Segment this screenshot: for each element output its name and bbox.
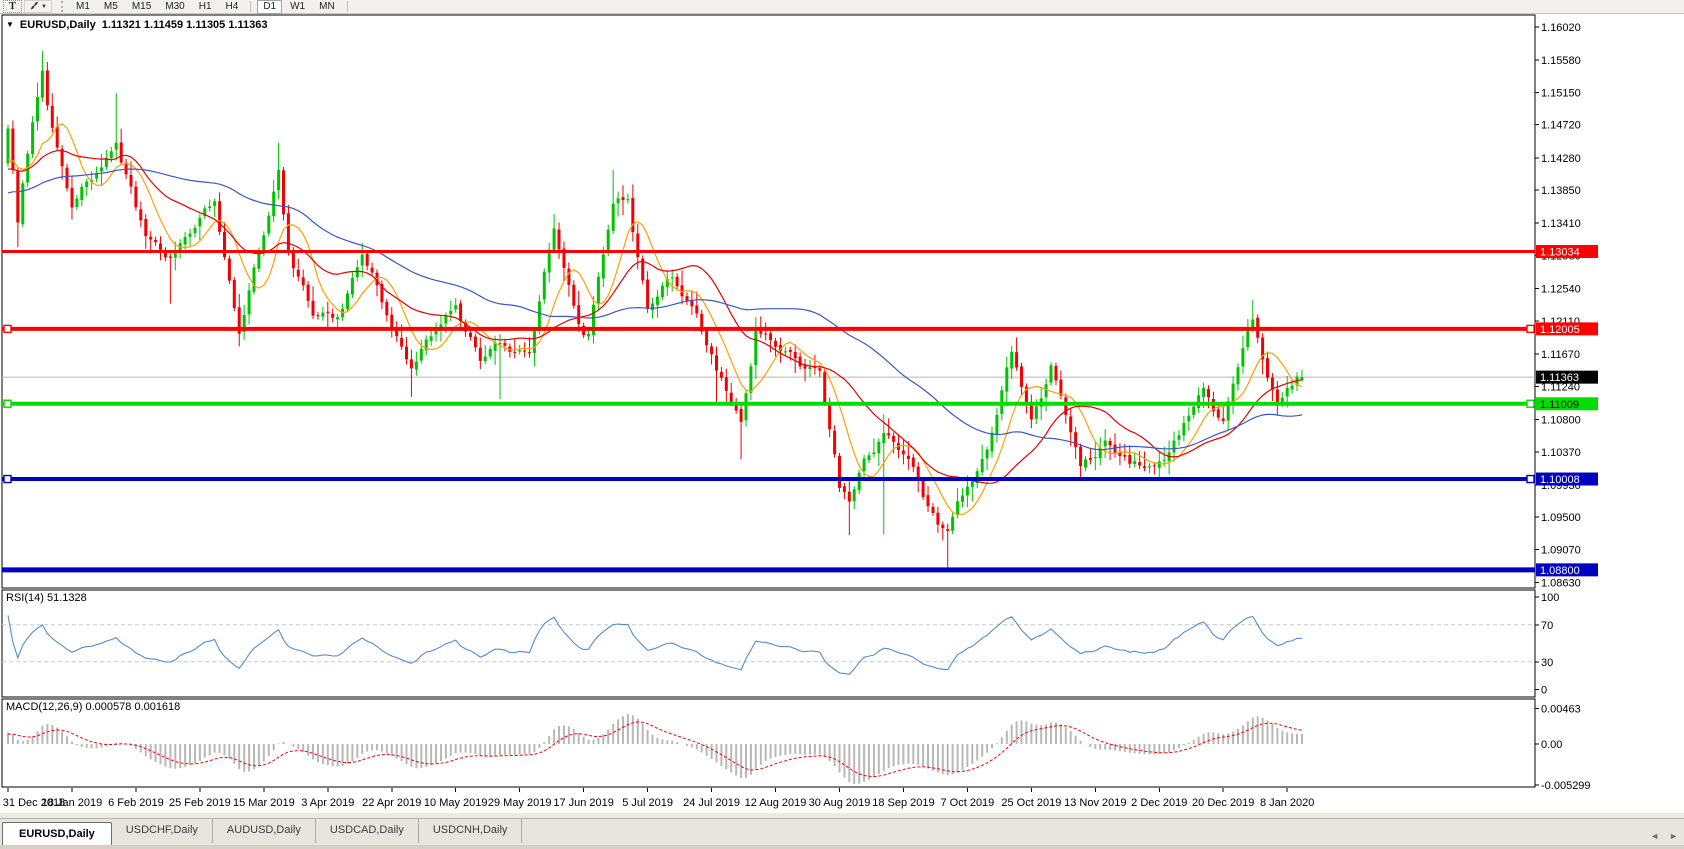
- svg-text:24 Jul 2019: 24 Jul 2019: [683, 797, 740, 809]
- price-label-1.11009: 1.11009: [1536, 397, 1598, 411]
- symbol-dropdown-icon[interactable]: ▼: [6, 20, 14, 30]
- svg-text:70: 70: [1541, 620, 1553, 632]
- tab-usdchf-daily[interactable]: USDCHF,Daily: [112, 819, 213, 843]
- svg-text:1.10800: 1.10800: [1541, 414, 1581, 426]
- timeframe-button-m30[interactable]: M30: [159, 0, 190, 14]
- rsi-indicator-label: RSI(14) 51.1328: [6, 592, 87, 604]
- status-strip: [0, 845, 1684, 849]
- svg-text:1.16020: 1.16020: [1541, 22, 1581, 34]
- timeframe-button-w1[interactable]: W1: [284, 0, 311, 14]
- toolbar-separator: [250, 1, 251, 12]
- arrows-icon: [29, 0, 40, 14]
- svg-text:1.12540: 1.12540: [1541, 284, 1581, 296]
- svg-text:1.15580: 1.15580: [1541, 55, 1581, 67]
- svg-text:25 Oct 2019: 25 Oct 2019: [1001, 797, 1061, 809]
- svg-text:20 Dec 2019: 20 Dec 2019: [1192, 797, 1254, 809]
- svg-text:1.13034: 1.13034: [1540, 247, 1580, 259]
- svg-text:100: 100: [1541, 592, 1559, 604]
- timeframe-button-mn[interactable]: MN: [313, 0, 341, 14]
- arrows-tool-button[interactable]: ▼: [24, 0, 52, 13]
- tab-scroll-controls: ◄ ►: [1650, 831, 1678, 841]
- svg-text:6 Feb 2019: 6 Feb 2019: [108, 797, 164, 809]
- svg-text:0: 0: [1541, 685, 1547, 697]
- svg-text:1.14280: 1.14280: [1541, 153, 1581, 165]
- svg-text:1.11009: 1.11009: [1540, 399, 1579, 411]
- tab-usdcad-daily[interactable]: USDCAD,Daily: [316, 819, 419, 843]
- current-price-label: 1.11363: [1536, 371, 1598, 385]
- tab-eurusd-daily[interactable]: EURUSD,Daily: [2, 822, 112, 846]
- svg-text:12 Aug 2019: 12 Aug 2019: [745, 797, 807, 809]
- svg-text:5 Jul 2019: 5 Jul 2019: [622, 797, 673, 809]
- tab-audusd-daily[interactable]: AUDUSD,Daily: [213, 819, 316, 843]
- svg-text:15 Mar 2019: 15 Mar 2019: [233, 797, 295, 809]
- price-label-1.08800: 1.08800: [1536, 563, 1598, 577]
- text-tool-label: T: [9, 1, 16, 12]
- mt4-window: 1.16020 1.15580 1.15150 1.14720 1.14280 1.138…: [0, 0, 1684, 849]
- svg-text:1.11363: 1.11363: [1540, 372, 1579, 384]
- macd-indicator-label: MACD(12,26,9) 0.000578 0.001618: [6, 701, 180, 713]
- svg-text:30: 30: [1541, 657, 1553, 669]
- svg-text:18 Jan 2019: 18 Jan 2019: [42, 797, 103, 809]
- toolbar-grip: [61, 1, 63, 12]
- svg-text:1.13410: 1.13410: [1541, 218, 1581, 230]
- svg-text:1.12005: 1.12005: [1540, 324, 1580, 336]
- chevron-down-icon: ▼: [41, 4, 47, 10]
- price-label-1.10008: 1.10008: [1536, 473, 1598, 487]
- svg-text:1.10370: 1.10370: [1541, 447, 1581, 459]
- svg-text:1.10008: 1.10008: [1540, 474, 1580, 486]
- price-label-1.12005: 1.12005: [1536, 322, 1598, 336]
- timeframe-button-h1[interactable]: H1: [193, 0, 218, 14]
- svg-text:1.09070: 1.09070: [1541, 545, 1581, 557]
- svg-text:1.14720: 1.14720: [1541, 120, 1581, 132]
- svg-text:1.11670: 1.11670: [1541, 349, 1580, 361]
- toolbar: T ▼ M1 M5 M15 M30 H1 H4 D1 W1 MN: [0, 0, 1684, 14]
- svg-text:1.15150: 1.15150: [1541, 87, 1581, 99]
- svg-text:7 Oct 2019: 7 Oct 2019: [940, 797, 994, 809]
- chart-symbol-period: EURUSD,Daily: [20, 19, 96, 31]
- svg-text:8 Jan 2020: 8 Jan 2020: [1260, 797, 1314, 809]
- svg-text:22 Apr 2019: 22 Apr 2019: [362, 797, 421, 809]
- chart-ohlc-values: 1.11321 1.11459 1.11305 1.11363: [102, 19, 268, 31]
- svg-text:25 Feb 2019: 25 Feb 2019: [169, 797, 231, 809]
- svg-text:1.13850: 1.13850: [1541, 185, 1581, 197]
- timeframe-button-m1[interactable]: M1: [70, 0, 96, 14]
- timeframe-button-h4[interactable]: H4: [220, 0, 245, 14]
- svg-text:0.00: 0.00: [1541, 739, 1562, 751]
- price-label-1.13034: 1.13034: [1536, 245, 1598, 259]
- tab-scroll-left-icon[interactable]: ◄: [1650, 831, 1659, 841]
- panel-splitter[interactable]: [0, 812, 1684, 819]
- tab-scroll-right-icon[interactable]: ►: [1669, 831, 1678, 841]
- svg-text:18 Sep 2019: 18 Sep 2019: [872, 797, 934, 809]
- svg-text:17 Jun 2019: 17 Jun 2019: [553, 797, 614, 809]
- svg-text:13 Nov 2019: 13 Nov 2019: [1064, 797, 1126, 809]
- tab-usdcnh-daily[interactable]: USDCNH,Daily: [419, 819, 523, 843]
- svg-text:0.00463: 0.00463: [1541, 703, 1581, 715]
- svg-text:10 May 2019: 10 May 2019: [424, 797, 488, 809]
- main-panel: [2, 15, 1535, 588]
- svg-text:1.09500: 1.09500: [1541, 512, 1581, 524]
- svg-text:-0.005299: -0.005299: [1541, 780, 1591, 792]
- chart-tab-bar: EURUSD,Daily USDCHF,Daily AUDUSD,Daily U…: [0, 819, 1684, 846]
- chart-canvas[interactable]: 1.16020 1.15580 1.15150 1.14720 1.14280 1.138…: [0, 0, 1684, 849]
- svg-text:1.08800: 1.08800: [1540, 565, 1580, 577]
- svg-text:29 May 2019: 29 May 2019: [488, 797, 552, 809]
- chart-title: ▼ EURUSD,Daily 1.11321 1.11459 1.11305 1…: [6, 19, 268, 31]
- svg-text:1.08630: 1.08630: [1541, 578, 1581, 590]
- timeframe-button-m15[interactable]: M15: [126, 0, 157, 14]
- text-tool-button[interactable]: T: [3, 0, 22, 13]
- svg-text:3 Apr 2019: 3 Apr 2019: [301, 797, 354, 809]
- svg-text:30 Aug 2019: 30 Aug 2019: [809, 797, 871, 809]
- macd-panel: [2, 699, 1535, 787]
- timeframe-button-m5[interactable]: M5: [98, 0, 124, 14]
- timeframe-button-d1[interactable]: D1: [257, 0, 282, 14]
- svg-text:2 Dec 2019: 2 Dec 2019: [1131, 797, 1187, 809]
- toolbar-separator: [347, 1, 348, 12]
